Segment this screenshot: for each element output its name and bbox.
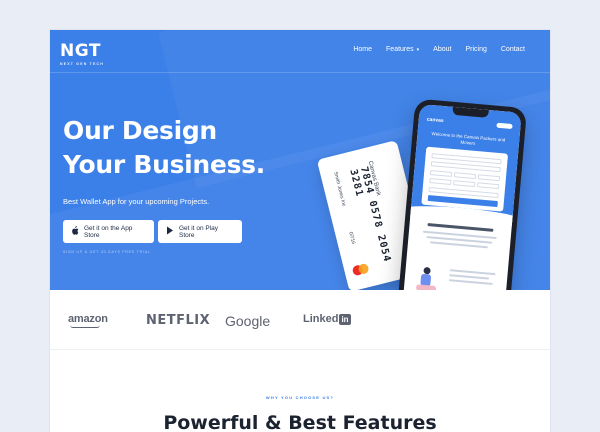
play-store-icon xyxy=(166,226,174,237)
app-store-label: Get it on the App Store xyxy=(84,224,133,239)
mastercard-icon xyxy=(351,262,370,277)
app-brand: canvas xyxy=(426,116,444,125)
nav-item-label: Home xyxy=(353,46,373,53)
nav-item-about[interactable]: About xyxy=(433,46,451,53)
app-form-chip xyxy=(477,174,501,182)
main-nav: Home Features ▾ About Pricing Contact xyxy=(339,46,525,53)
linkedin-badge: in xyxy=(339,313,351,325)
landing-page: NGT NEXT GEN TECH Home Features ▾ About P… xyxy=(50,30,550,432)
nav-item-label: Contact xyxy=(500,46,525,53)
nav-item-label: Features xyxy=(386,46,414,53)
hero-section: NGT NEXT GEN TECH Home Features ▾ About P… xyxy=(50,30,550,290)
app-form xyxy=(421,146,509,212)
nav-item-label: About xyxy=(433,46,452,53)
nav-divider xyxy=(50,72,550,73)
chevron-down-icon: ▾ xyxy=(416,46,420,53)
features-section: WHY YOU CHOOSE US? Powerful & Best Featu… xyxy=(50,350,550,432)
amazon-logo-text: amazon xyxy=(68,313,108,325)
app-section-heading xyxy=(427,223,494,232)
app-form-chip xyxy=(453,172,477,180)
app-form-chip xyxy=(429,178,452,185)
app-menu-pill xyxy=(496,122,513,130)
logo-mark: NGT xyxy=(60,41,101,61)
apple-icon xyxy=(71,226,79,237)
card-expiry: 07/16 xyxy=(347,231,357,245)
app-form-chip xyxy=(453,180,476,188)
play-store-button[interactable]: Get it on Play Store xyxy=(158,220,242,243)
hero-subtext: Best Wallet App for your upcoming Projec… xyxy=(63,197,210,206)
app-header: canvas Welcome to the Canvas Packers and… xyxy=(410,103,522,221)
amazon-smile-icon xyxy=(70,325,100,328)
hero-headline: Our Design Your Business. xyxy=(63,114,265,182)
phone-mockup: canvas Welcome to the Canvas Packers and… xyxy=(396,98,528,290)
app-text-line xyxy=(448,279,493,285)
phone-screen: canvas Welcome to the Canvas Packers and… xyxy=(402,103,522,290)
play-store-label: Get it on Play Store xyxy=(179,224,219,239)
nav-item-home[interactable]: Home xyxy=(353,46,372,53)
headline-line: Our Design xyxy=(63,116,217,145)
headline-line: Your Business. xyxy=(63,150,265,179)
card-holder: Smith Jones Inc xyxy=(332,171,347,208)
app-form-chip xyxy=(477,182,500,190)
partner-logos: amazon NETFLIX Google Linked in xyxy=(50,290,550,350)
nav-item-contact[interactable]: Contact xyxy=(501,46,525,53)
nav-item-label: Pricing xyxy=(465,46,487,53)
linkedin-logo-text: Linked xyxy=(303,313,339,325)
logo-tagline: NEXT GEN TECH xyxy=(60,62,104,66)
app-store-button[interactable]: Get it on the App Store xyxy=(63,220,154,243)
brand-logo[interactable]: NGT NEXT GEN TECH xyxy=(60,41,104,67)
amazon-logo: amazon xyxy=(68,313,108,328)
google-logo: Google xyxy=(225,313,271,329)
app-illustration xyxy=(411,264,444,290)
linkedin-logo: Linked in xyxy=(303,313,351,325)
app-form-chip xyxy=(429,170,453,177)
nav-item-pricing[interactable]: Pricing xyxy=(465,46,486,53)
netflix-logo: NETFLIX xyxy=(146,313,211,328)
features-eyebrow: WHY YOU CHOOSE US? xyxy=(265,395,335,400)
signup-note: SIGN UP & GET 30 DAYS FREE TRIAL xyxy=(63,250,151,254)
nav-item-features[interactable]: Features ▾ xyxy=(386,46,419,53)
features-title: Powerful & Best Features xyxy=(163,412,437,432)
